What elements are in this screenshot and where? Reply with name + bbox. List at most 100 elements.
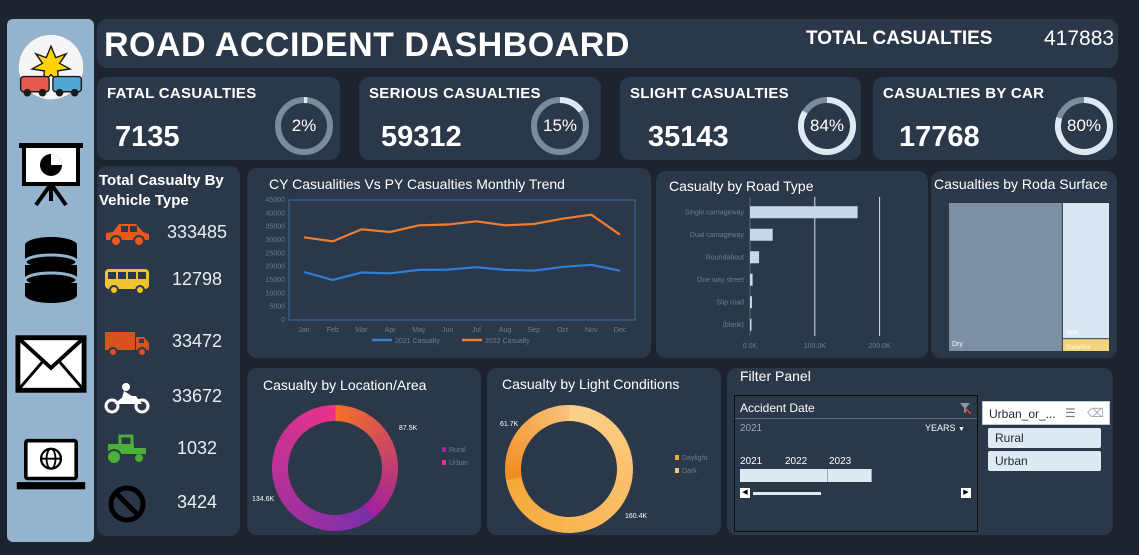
vehicle-value: 12798	[171, 269, 223, 289]
donut-slice	[374, 488, 392, 502]
vehicle-row-other[interactable]: 3424	[97, 484, 237, 524]
road-surface-treemap[interactable]: Dry Wet Snow/Ice	[931, 171, 1117, 358]
clear-selection-icon[interactable]: ⌫	[1087, 406, 1104, 420]
database-icon[interactable]	[15, 234, 87, 306]
donut-slice	[301, 507, 316, 526]
vehicle-row-car[interactable]: 333485	[97, 214, 237, 254]
donut-slice	[512, 491, 532, 509]
x-tick-label: Jun	[442, 327, 453, 334]
area-option-rural[interactable]: Rural	[988, 428, 1101, 448]
presentation-icon[interactable]	[15, 139, 87, 209]
vehicle-row-tractor[interactable]: 1032	[97, 430, 237, 470]
light-conditions-donut-chart[interactable]: 160.4K 61.7K Daylight Dark	[487, 368, 721, 535]
vehicle-row-truck[interactable]: 33472	[97, 323, 237, 363]
slicer-title: Accident Date	[740, 401, 815, 415]
donut-slice	[505, 476, 524, 491]
donut-slice	[302, 409, 317, 428]
treemap-cell	[949, 203, 1062, 351]
donut-slice	[505, 455, 523, 463]
location-donut-chart[interactable]: 87.5K 134.6K Rural Urban	[247, 368, 481, 535]
area-slicer-header: Urban_or_... ☰ ⌫	[982, 401, 1110, 425]
kpi-card-serious[interactable]: SERIOUS CASUALTIES 59312 15%	[359, 77, 601, 160]
kpi-card-slight[interactable]: SLIGHT CASUALTIES 35143 84%	[620, 77, 861, 160]
donut-slice	[380, 473, 398, 481]
granularity-dropdown[interactable]: YEARS ▼	[925, 423, 965, 433]
y-tick-label: 15000	[266, 277, 286, 284]
truck-icon	[101, 327, 153, 359]
monthly-trend-chart[interactable]: 0 5000 10000 15000 20000 25000 30000 35000 40000…	[247, 168, 651, 358]
donut-slice	[599, 499, 619, 518]
kpi-card-fatal[interactable]: FATAL CASUALTIES 7135 2%	[97, 77, 340, 160]
legend-label: Rural	[449, 447, 466, 454]
donut-slice	[346, 511, 360, 530]
series-line	[303, 213, 621, 243]
kpi-ring: 80%	[1053, 95, 1115, 157]
filter-panel-title: Filter Panel	[740, 368, 811, 384]
treemap-cell	[1062, 203, 1109, 339]
donut-slice	[507, 448, 524, 457]
donut-slice	[509, 440, 526, 451]
page-title: ROAD ACCIDENT DASHBOARD	[104, 26, 630, 64]
donut-slice	[379, 477, 397, 487]
donut-slice	[511, 437, 528, 449]
donut-slice	[545, 407, 555, 425]
donut-slice	[340, 513, 352, 531]
laptop-globe-icon[interactable]	[15, 429, 87, 501]
donut-slice	[377, 442, 395, 454]
donut-slice	[273, 445, 292, 459]
vehicle-row-motorcycle[interactable]: 33672	[97, 378, 237, 418]
year-label: 2022	[785, 456, 808, 467]
donut-slice	[557, 405, 564, 422]
donut-slice	[549, 406, 558, 424]
x-tick-label: Jan	[298, 327, 309, 334]
donut-slice	[352, 508, 367, 527]
mail-icon[interactable]	[15, 329, 87, 399]
data-label: 61.7K	[500, 421, 519, 428]
multi-select-icon[interactable]: ☰	[1065, 406, 1076, 420]
donut-slice	[347, 407, 358, 425]
donut-slice	[579, 513, 594, 532]
legend-label: Dark	[682, 468, 697, 475]
kpi-percent: 84%	[809, 116, 845, 135]
kpi-percent: 80%	[1066, 116, 1102, 135]
treemap-label: Wet	[1066, 330, 1078, 337]
kpi-label: SLIGHT CASUALTIES	[630, 85, 789, 102]
timeline-scrollbar[interactable]	[753, 492, 821, 495]
x-tick-label: Oct	[557, 327, 568, 334]
car-icon	[101, 218, 153, 250]
donut-slice	[519, 424, 535, 439]
kpi-ring: 84%	[796, 95, 858, 157]
donut-slice	[358, 504, 374, 523]
donut-slice	[316, 512, 329, 531]
donut-slice	[339, 405, 347, 422]
car-crash-logo-icon[interactable]	[15, 29, 87, 109]
kpi-value: 17768	[899, 121, 980, 153]
scroll-right-button[interactable]: ▶	[961, 488, 971, 498]
y-tick-label: Roundabout	[706, 254, 744, 261]
vehicle-value: 33472	[171, 331, 223, 351]
donut-slice	[505, 473, 522, 481]
donut-slice	[358, 413, 373, 431]
x-tick-label: Aug	[499, 327, 512, 334]
clear-filter-icon[interactable]	[959, 401, 972, 415]
area-option-urban[interactable]: Urban	[988, 451, 1101, 471]
timeline-bar[interactable]	[740, 469, 872, 482]
sidebar-nav	[7, 19, 94, 542]
bar	[750, 273, 753, 286]
y-tick-label: One way street	[697, 277, 744, 284]
kpi-card-car[interactable]: CASUALTIES BY CAR 17768 80%	[873, 77, 1117, 160]
accident-date-slicer[interactable]: Accident Date 2021 YEARS ▼ 2021 2022 202…	[734, 395, 978, 532]
donut-slice	[376, 485, 394, 497]
donut-slice	[612, 441, 631, 457]
x-tick-label: May	[412, 327, 426, 334]
road-type-chart[interactable]: 0.0K 100.0K 200.0K Single carriageway Dual c…	[656, 171, 928, 358]
slicer-title: Urban_or_...	[989, 407, 1056, 421]
legend-swatch	[442, 460, 446, 465]
light-conditions-panel: Casualty by Light Conditions 160.4K 61.7K…	[487, 368, 721, 535]
donut-slice	[324, 514, 335, 531]
x-tick-label: 200.0K	[869, 343, 892, 350]
vehicle-row-bus[interactable]: 12798	[97, 261, 237, 301]
scroll-left-button[interactable]: ◀	[740, 488, 750, 498]
donut-slice	[275, 482, 294, 497]
donut-slice	[584, 408, 600, 427]
